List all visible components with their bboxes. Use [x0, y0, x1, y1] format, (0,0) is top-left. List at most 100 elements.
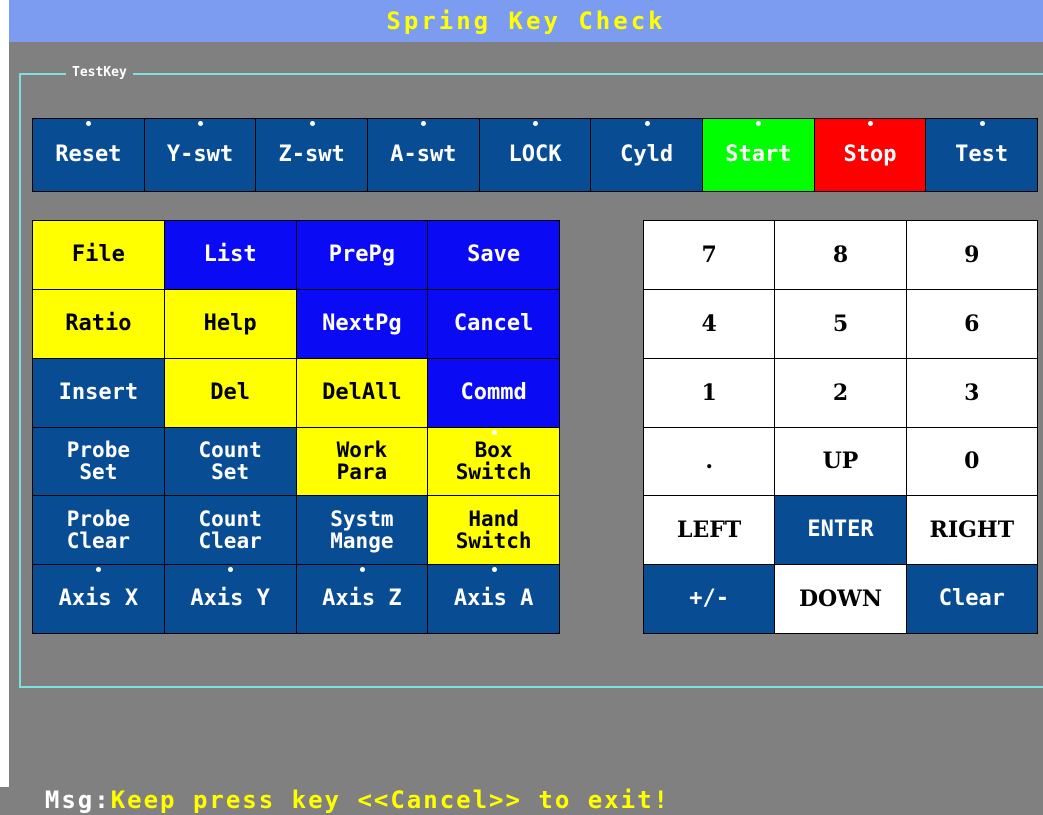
indicator-dot-icon: [491, 429, 497, 435]
top-row-key-a-swt[interactable]: A-swt: [367, 119, 479, 191]
group-label: TestKey: [66, 64, 133, 82]
key-label: RIGHT: [929, 517, 1015, 544]
function-key-grid: File List PrePg Save Ratio Help NextPg Cancel In…: [32, 220, 560, 634]
top-row-key-test[interactable]: Test: [926, 119, 1037, 191]
key-label: 9: [964, 241, 980, 268]
left-edge-strip: [0, 0, 9, 787]
key-label: DOWN: [798, 586, 883, 613]
top-row-key-reset[interactable]: Reset: [33, 119, 144, 191]
function-grid-key-delall[interactable]: DelAll: [296, 358, 428, 427]
key-label: DelAll: [322, 379, 402, 405]
key-label: A-swt: [390, 142, 457, 167]
key-label: Axis Y: [190, 586, 270, 612]
top-row-key-y-swt[interactable]: Y-swt: [144, 119, 256, 191]
keypad-key-up[interactable]: UP: [775, 427, 906, 496]
key-label: ENTER: [807, 517, 874, 543]
top-row-key-start[interactable]: Start: [702, 119, 814, 191]
key-label: Reset: [55, 142, 122, 167]
keypad-key-9[interactable]: 9: [906, 221, 1037, 289]
keypad-key-7[interactable]: 7: [644, 221, 775, 289]
indicator-dot-icon: [867, 121, 873, 126]
keypad-key-3[interactable]: 3: [906, 358, 1037, 427]
keypad-key-1[interactable]: 1: [644, 358, 775, 427]
key-label: Axis Z: [322, 586, 402, 612]
keypad-key-4[interactable]: 4: [644, 289, 775, 358]
function-grid-key-axis-z[interactable]: Axis Z: [296, 565, 428, 633]
keypad-key-enter[interactable]: ENTER: [775, 496, 906, 565]
keypad-key-left[interactable]: LEFT: [644, 496, 775, 565]
function-grid-key-hand-switch[interactable]: Hand Switch: [428, 496, 559, 565]
indicator-dot-icon: [979, 121, 985, 126]
indicator-dot-icon: [197, 121, 203, 126]
function-grid-key-box-switch[interactable]: Box Switch: [428, 427, 559, 496]
function-grid-key-systm-mange[interactable]: Systm Mange: [296, 496, 428, 565]
keypad-key-5[interactable]: 5: [775, 289, 906, 358]
key-label: Clear: [938, 586, 1005, 612]
indicator-dot-icon: [491, 567, 497, 573]
keypad-key-clear[interactable]: Clear: [906, 565, 1037, 633]
function-grid-key-file[interactable]: File: [33, 221, 164, 289]
function-grid-key-axis-x[interactable]: Axis X: [33, 565, 164, 633]
function-grid-key-work-para[interactable]: Work Para: [296, 427, 428, 496]
key-label: NextPg: [322, 310, 402, 336]
function-grid-key-list[interactable]: List: [164, 221, 296, 289]
function-grid-key-insert[interactable]: Insert: [33, 358, 164, 427]
key-label: Y-swt: [166, 142, 234, 167]
function-grid-key-count-set[interactable]: Count Set: [164, 427, 296, 496]
key-label: 6: [964, 310, 980, 337]
function-grid-key-nextpg[interactable]: NextPg: [296, 289, 428, 358]
top-row-key-lock[interactable]: LOCK: [479, 119, 591, 191]
key-label: 8: [832, 241, 849, 268]
status-message: Msg:Keep press key <<Cancel>> to exit!: [12, 755, 670, 814]
indicator-dot-icon: [756, 121, 762, 126]
function-grid-key-probe-set[interactable]: Probe Set: [33, 427, 164, 496]
window-title: Spring Key Check: [9, 0, 1043, 42]
indicator-dot-icon: [86, 121, 92, 126]
function-grid-key-commd[interactable]: Commd: [428, 358, 559, 427]
key-label: Z-swt: [278, 142, 345, 167]
keypad-key-6[interactable]: 6: [906, 289, 1037, 358]
keypad-key-8[interactable]: 8: [775, 221, 906, 289]
function-grid-key-prepg[interactable]: PrePg: [296, 221, 428, 289]
top-row-key-cyld[interactable]: Cyld: [591, 119, 702, 191]
keypad-key-0[interactable]: 0: [906, 427, 1037, 496]
indicator-dot-icon: [309, 121, 315, 126]
function-grid-key-ratio[interactable]: Ratio: [33, 289, 164, 358]
key-label: LOCK: [508, 142, 562, 167]
numeric-keypad: 7 8 9 4 5 6 1 2 3. UP 0 LEFT ENTER RIGHT +/- DOWN Clear: [643, 220, 1038, 634]
indicator-dot-icon: [532, 121, 538, 126]
key-label: File: [71, 241, 125, 267]
key-label: Stop: [843, 142, 897, 167]
function-grid-key-axis-y[interactable]: Axis Y: [164, 565, 296, 633]
keypad-key-2[interactable]: 2: [775, 358, 906, 427]
key-label: +/-: [689, 586, 730, 612]
function-grid-key-save[interactable]: Save: [428, 221, 559, 289]
keypad-key-key[interactable]: .: [644, 427, 775, 496]
key-label: Del: [210, 379, 250, 405]
function-grid-key-axis-a[interactable]: Axis A: [428, 565, 559, 633]
key-label: Hand Switch: [455, 507, 532, 554]
key-label: 4: [701, 310, 717, 337]
key-label: Help: [203, 310, 257, 336]
key-label: 5: [832, 310, 849, 337]
key-label: List: [203, 241, 257, 267]
key-label: 0: [964, 448, 980, 475]
key-label: Count Clear: [198, 507, 262, 554]
top-row-key-stop[interactable]: Stop: [814, 119, 926, 191]
function-grid-key-probe-clear[interactable]: Probe Clear: [33, 496, 164, 565]
key-label: Test: [955, 142, 1009, 167]
key-label: Probe Clear: [66, 507, 130, 554]
top-row-key-z-swt[interactable]: Z-swt: [256, 119, 367, 191]
indicator-dot-icon: [644, 121, 650, 126]
keypad-key-key[interactable]: +/-: [644, 565, 775, 633]
function-grid-key-help[interactable]: Help: [164, 289, 296, 358]
function-grid-key-del[interactable]: Del: [164, 358, 296, 427]
keypad-key-down[interactable]: DOWN: [775, 565, 906, 633]
key-label: LEFT: [677, 517, 742, 544]
top-key-row: Reset Y-swt Z-swt A-swt LOCK Cyld Start Stop Tes…: [32, 118, 1038, 192]
message-text: Keep press key <<Cancel>> to exit!: [110, 786, 670, 814]
function-grid-key-cancel[interactable]: Cancel: [428, 289, 559, 358]
function-grid-key-count-clear[interactable]: Count Clear: [164, 496, 296, 565]
keypad-key-right[interactable]: RIGHT: [906, 496, 1037, 565]
indicator-dot-icon: [228, 567, 234, 573]
